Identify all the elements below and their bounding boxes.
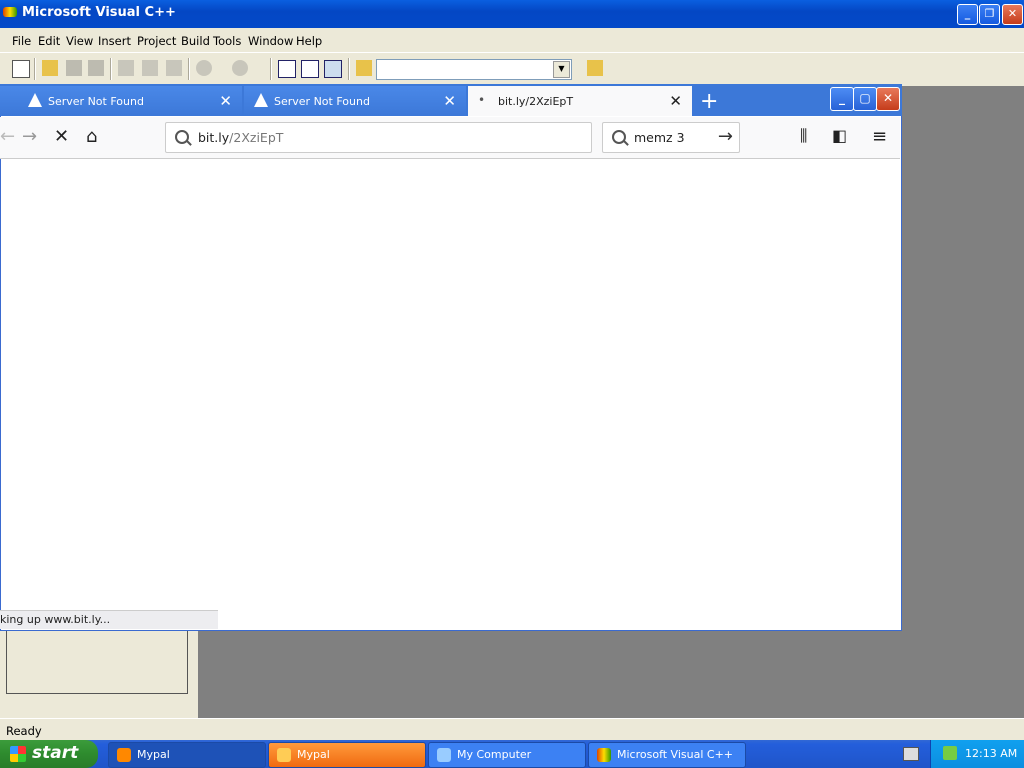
paste-icon[interactable] — [166, 60, 182, 76]
menu-edit[interactable]: Edit — [38, 34, 60, 48]
menu-help[interactable]: Help — [296, 34, 322, 48]
new-file-icon[interactable] — [12, 60, 30, 78]
redo-icon[interactable] — [232, 60, 248, 76]
vc-status-bar: Ready — [0, 718, 1024, 741]
vc-status-text: Ready — [6, 724, 42, 738]
back-icon[interactable]: ← — [0, 126, 15, 147]
start-label: start — [32, 743, 79, 763]
workspace-icon[interactable] — [278, 60, 296, 78]
task-label: Mypal — [137, 748, 170, 761]
tab-label: Server Not Found — [274, 95, 370, 108]
save-all-icon[interactable] — [88, 60, 104, 76]
browser-minimize-button[interactable]: _ — [830, 87, 854, 111]
warning-icon — [28, 93, 42, 107]
task-label: My Computer — [457, 748, 532, 761]
minimize-button[interactable]: _ — [957, 4, 978, 25]
url-text: bit.ly/2XziEpT — [198, 130, 284, 145]
copy-icon[interactable] — [142, 60, 158, 76]
toolbar-separator — [270, 58, 272, 80]
menu-project[interactable]: Project — [137, 34, 176, 48]
vc-app-icon — [3, 7, 17, 17]
sidebar-icon[interactable]: ◧ — [832, 126, 847, 145]
home-icon[interactable]: ⌂ — [86, 126, 97, 147]
system-tray: 12:13 AM — [930, 740, 1024, 768]
go-arrow-icon[interactable]: → — [718, 126, 733, 147]
tab-label: Server Not Found — [48, 95, 144, 108]
windows-list-icon[interactable] — [324, 60, 342, 78]
clock[interactable]: 12:13 AM — [965, 747, 1017, 760]
computer-icon — [437, 748, 451, 762]
search-icon — [612, 130, 626, 144]
browser-close-button[interactable]: ✕ — [876, 87, 900, 111]
search-input[interactable]: memz 3 — [634, 130, 685, 145]
cut-icon[interactable] — [118, 60, 134, 76]
menu-view[interactable]: View — [66, 34, 93, 48]
menu-window[interactable]: Window — [248, 34, 293, 48]
vc-workspace-box — [6, 628, 188, 694]
task-visual-cpp[interactable]: Microsoft Visual C++ — [588, 742, 746, 768]
tab-close-icon[interactable]: ✕ — [219, 92, 232, 110]
menu-icon[interactable]: ≡ — [872, 126, 887, 147]
task-label: Microsoft Visual C++ — [617, 748, 734, 761]
menu-tools[interactable]: Tools — [213, 34, 241, 48]
browser-status-text: king up www.bit.ly... — [0, 613, 111, 626]
task-my-computer[interactable]: My Computer — [428, 742, 586, 768]
tab-active[interactable]: • bit.ly/2XziEpT ✕ — [468, 86, 692, 116]
search-icon — [175, 130, 189, 144]
network-icon[interactable] — [943, 746, 957, 760]
find-icon[interactable] — [587, 60, 603, 76]
menu-file[interactable]: File — [12, 34, 31, 48]
find-combo[interactable]: ▼ — [376, 59, 572, 80]
keyboard-icon[interactable] — [903, 747, 919, 761]
windows-logo-icon — [10, 746, 26, 762]
toolbar-separator — [110, 58, 112, 80]
vc-app-icon — [597, 748, 611, 762]
browser-status-panel: king up www.bit.ly... — [0, 610, 218, 629]
mypal-icon — [117, 748, 131, 762]
tab-label: bit.ly/2XziEpT — [498, 95, 574, 108]
chevron-down-icon[interactable]: ▼ — [553, 61, 570, 78]
new-tab-icon[interactable]: + — [700, 89, 718, 114]
url-bar[interactable]: bit.ly/2XziEpT — [165, 122, 592, 153]
tab-close-icon[interactable]: ✕ — [669, 92, 682, 110]
tab-server-not-found-2[interactable]: Server Not Found ✕ — [244, 86, 466, 116]
browser-window — [0, 84, 902, 631]
find-in-files-icon[interactable] — [356, 60, 372, 76]
open-folder-icon[interactable] — [42, 60, 58, 76]
save-icon[interactable] — [66, 60, 82, 76]
mypal-icon — [277, 748, 291, 762]
tab-server-not-found-1[interactable]: Server Not Found ✕ — [0, 86, 242, 116]
stop-icon[interactable]: ✕ — [54, 126, 69, 147]
start-button[interactable]: start — [0, 740, 98, 768]
loading-dot-icon: • — [478, 93, 486, 107]
toolbar-separator — [348, 58, 350, 80]
close-button[interactable]: ✕ — [1002, 4, 1023, 25]
restore-button[interactable]: ❐ — [979, 4, 1000, 25]
undo-icon[interactable] — [196, 60, 212, 76]
menu-build[interactable]: Build — [181, 34, 210, 48]
toolbar-separator — [34, 58, 36, 80]
toolbar-separator — [188, 58, 190, 80]
output-icon[interactable] — [301, 60, 319, 78]
forward-icon[interactable]: → — [22, 126, 37, 147]
task-mypal-1[interactable]: Mypal — [108, 742, 266, 768]
vc-menu-bar: File Edit View Insert Project Build Tool… — [0, 28, 1024, 53]
task-mypal-2[interactable]: Mypal — [268, 742, 426, 768]
vc-window-title: Microsoft Visual C++ — [22, 5, 176, 20]
tab-close-icon[interactable]: ✕ — [443, 92, 456, 110]
library-icon[interactable]: ⫼ — [800, 126, 807, 146]
menu-insert[interactable]: Insert — [98, 34, 131, 48]
search-box[interactable]: memz 3 → — [602, 122, 740, 153]
warning-icon — [254, 93, 268, 107]
task-label: Mypal — [297, 748, 330, 761]
vc-title-bar[interactable]: Microsoft Visual C++ _ ❐ ✕ — [0, 0, 1024, 28]
browser-maximize-button[interactable]: ▢ — [853, 87, 877, 111]
